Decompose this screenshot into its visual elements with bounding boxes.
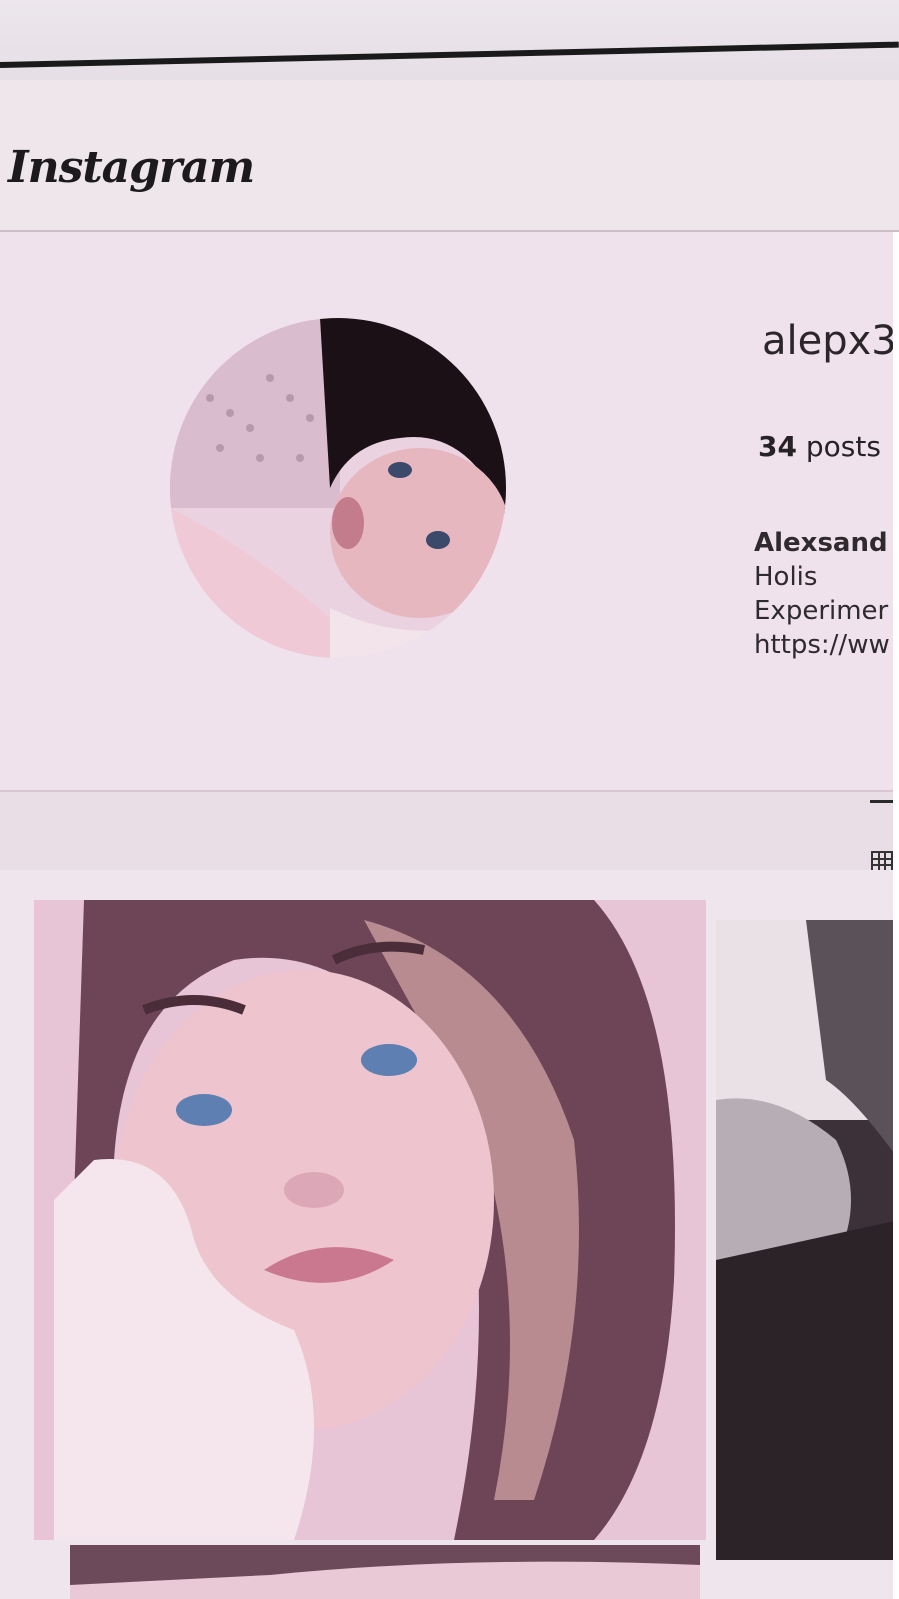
- monitor-bezel: [0, 0, 899, 80]
- profile-avatar[interactable]: [170, 318, 506, 658]
- post-photo: [716, 920, 899, 1560]
- posts-count-label: posts: [805, 430, 881, 463]
- profile-username: alepx3: [762, 318, 897, 364]
- posts-count-number: 34: [758, 430, 797, 463]
- post-photo: [70, 1545, 700, 1599]
- profile-bio: Alexsand Holis Experimer https://ww: [754, 526, 890, 662]
- post-thumbnail[interactable]: [716, 920, 899, 1560]
- profile-divider: [0, 790, 899, 792]
- posts-count: 34 posts: [758, 430, 881, 463]
- post-thumbnail[interactable]: [70, 1545, 700, 1599]
- bio-full-name: Alexsand: [754, 528, 888, 558]
- bio-line: Holis: [754, 562, 818, 592]
- avatar-photo: [170, 318, 506, 658]
- screen-edge: [893, 232, 899, 1599]
- instagram-logo[interactable]: Instagram: [8, 142, 255, 193]
- post-thumbnail[interactable]: [34, 900, 706, 1540]
- bio-line: Experimer: [754, 596, 889, 626]
- bio-link[interactable]: https://ww: [754, 628, 890, 662]
- top-nav-bar: Instagram: [0, 80, 899, 232]
- post-photo: [34, 900, 706, 1540]
